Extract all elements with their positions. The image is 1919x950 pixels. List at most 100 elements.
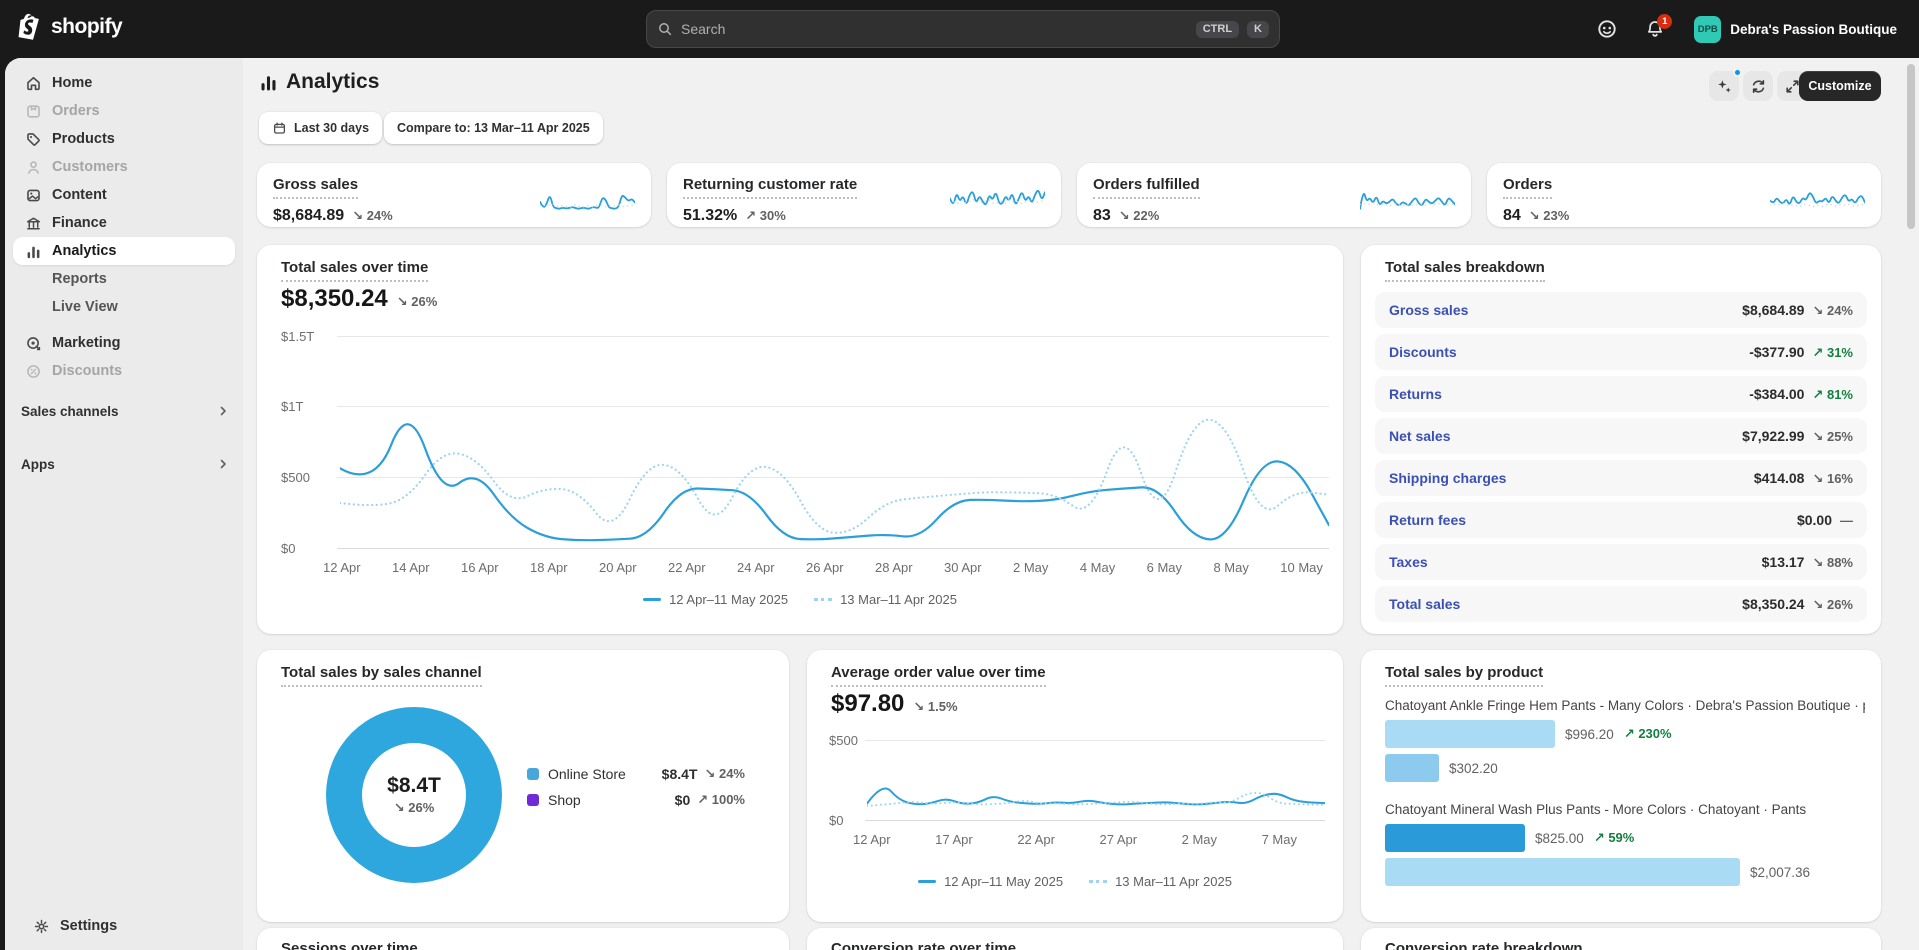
x-axis-label: 27 Apr xyxy=(1099,832,1137,847)
section-label: Apps xyxy=(21,457,55,472)
sidebar-item-finance[interactable]: Finance xyxy=(13,209,235,237)
conversion-rate-over-time-card: Conversion rate over time xyxy=(807,928,1343,950)
card-title[interactable]: Total sales over time xyxy=(281,259,428,282)
legend-label: 12 Apr–11 May 2025 xyxy=(944,874,1063,889)
metric-title[interactable]: Orders fulfilled xyxy=(1093,176,1200,199)
sidebar-item-home[interactable]: Home xyxy=(13,69,235,97)
customize-button[interactable]: Customize xyxy=(1799,71,1881,101)
breakdown-row-taxes[interactable]: Taxes $13.17↘ 88% xyxy=(1375,544,1867,580)
breakdown-row-discounts[interactable]: Discounts -$377.90↗ 31% xyxy=(1375,334,1867,370)
notifications-button[interactable]: 1 xyxy=(1638,12,1672,46)
metric-title[interactable]: Returning customer rate xyxy=(683,176,857,199)
sidebar-item-live-view[interactable]: Live View xyxy=(13,293,235,321)
sales-by-channel-card: Total sales by sales channel $8.4T ↘ 26%… xyxy=(257,650,789,922)
breakdown-row-gross-sales[interactable]: Gross sales $8,684.89↘ 24% xyxy=(1375,292,1867,328)
breakdown-delta: ↘ 26% xyxy=(1812,597,1853,613)
aov-line-chart xyxy=(867,740,1325,820)
sidebar-item-products[interactable]: Products xyxy=(13,125,235,153)
card-title[interactable]: Average order value over time xyxy=(831,664,1046,687)
sidebar-item-label: Analytics xyxy=(52,243,116,259)
media-icon xyxy=(25,187,42,204)
breakdown-label[interactable]: Return fees xyxy=(1389,512,1466,528)
refresh-data-button[interactable] xyxy=(1743,71,1773,101)
breakdown-label[interactable]: Discounts xyxy=(1389,344,1457,360)
average-order-value-card: Average order value over time $97.80 ↘ 1… xyxy=(807,650,1343,922)
metric-value: $8,684.89 xyxy=(273,207,344,225)
card-title[interactable]: Total sales breakdown xyxy=(1385,259,1545,282)
sidebar-item-label: Discounts xyxy=(52,363,122,379)
x-axis: 12 Apr14 Apr16 Apr18 Apr20 Apr22 Apr24 A… xyxy=(323,560,1323,575)
card-title[interactable]: Total sales by sales channel xyxy=(281,664,482,687)
y-axis-label: $1T xyxy=(281,399,331,414)
breakdown-label[interactable]: Taxes xyxy=(1389,554,1428,570)
card-title[interactable]: Sessions over time xyxy=(281,940,418,950)
breakdown-delta: ↘ 24% xyxy=(1812,303,1853,319)
sidebar-item-reports[interactable]: Reports xyxy=(13,265,235,293)
donut-delta: ↘ 26% xyxy=(394,800,435,816)
sidebar-item-content[interactable]: Content xyxy=(13,181,235,209)
target-icon xyxy=(25,335,42,352)
x-axis-label: 4 May xyxy=(1080,560,1115,575)
expand-icon xyxy=(1784,78,1801,95)
compare-button[interactable]: Compare to: 13 Mar–11 Apr 2025 xyxy=(384,112,603,144)
channel-legend: Online Store $8.4T ↘ 24% Shop $0 ↗ 100% xyxy=(527,766,745,808)
sidebar-item-settings[interactable]: Settings xyxy=(21,912,243,940)
metric-delta: ↗ 30% xyxy=(745,208,786,224)
top-bar-right: 1 DPB Debra's Passion Boutique xyxy=(1590,0,1905,58)
sidebar-item-orders[interactable]: Orders xyxy=(13,97,235,125)
card-title[interactable]: Total sales by product xyxy=(1385,664,1543,687)
bank-icon xyxy=(25,215,42,232)
sidebar-item-customers[interactable]: Customers xyxy=(13,153,235,181)
scrollbar-thumb[interactable] xyxy=(1907,64,1915,229)
sidebar-item-marketing[interactable]: Marketing xyxy=(13,329,235,357)
product-bar-previous xyxy=(1385,858,1740,886)
y-axis-label: $500 xyxy=(281,470,331,485)
breakdown-value: $13.17 xyxy=(1762,554,1805,570)
account-menu[interactable]: DPB Debra's Passion Boutique xyxy=(1686,12,1905,47)
x-axis-label: 22 Apr xyxy=(1017,832,1055,847)
shopify-logo[interactable]: shopify xyxy=(18,13,122,41)
bar-value: $996.20 xyxy=(1565,727,1614,742)
card-title[interactable]: Conversion rate over time xyxy=(831,940,1016,950)
sidebar-item-label: Customers xyxy=(52,159,128,175)
app-surface: Home Orders Products Customers Content F… xyxy=(5,58,1919,950)
sidebar-item-analytics[interactable]: Analytics xyxy=(13,237,235,265)
search-input[interactable] xyxy=(681,21,1188,37)
sidebar-item-discounts[interactable]: Discounts xyxy=(13,357,235,385)
auto-reports-button[interactable] xyxy=(1709,71,1739,101)
sidebar-item-label: Orders xyxy=(52,103,100,119)
sidekick-button[interactable] xyxy=(1590,12,1624,46)
kpi-card-orders: Orders 84↘ 23% xyxy=(1487,163,1881,227)
breakdown-row-return-fees[interactable]: Return fees $0.00— xyxy=(1375,502,1867,538)
metric-title[interactable]: Gross sales xyxy=(273,176,358,199)
header-actions: Customize xyxy=(243,71,1881,101)
x-axis: 12 Apr17 Apr22 Apr27 Apr2 May7 May xyxy=(853,832,1297,847)
sidebar-section-sales-channels[interactable]: Sales channels xyxy=(5,396,243,426)
sidebar-section-apps[interactable]: Apps xyxy=(5,449,243,479)
x-axis-label: 12 Apr xyxy=(853,832,891,847)
breakdown-label[interactable]: Net sales xyxy=(1389,428,1450,444)
online-store-swatch xyxy=(527,768,539,780)
channel-donut-chart: $8.4T ↘ 26% xyxy=(326,707,502,883)
metric-value: 51.32% xyxy=(683,207,737,225)
x-axis-label: 8 May xyxy=(1213,560,1248,575)
breakdown-row-total-sales[interactable]: Total sales $8,350.24↘ 26% xyxy=(1375,586,1867,622)
breakdown-label[interactable]: Returns xyxy=(1389,386,1442,402)
legend-item-current: 12 Apr–11 May 2025 xyxy=(918,874,1063,889)
breakdown-label[interactable]: Shipping charges xyxy=(1389,470,1506,486)
kpi-card-orders-fulfilled: Orders fulfilled 83↘ 22% xyxy=(1077,163,1471,227)
breakdown-row-net-sales[interactable]: Net sales $7,922.99↘ 25% xyxy=(1375,418,1867,454)
card-title[interactable]: Conversion rate breakdown xyxy=(1385,940,1583,950)
metric-title[interactable]: Orders xyxy=(1503,176,1552,199)
breakdown-row-returns[interactable]: Returns -$384.00↗ 81% xyxy=(1375,376,1867,412)
discount-icon xyxy=(25,363,42,380)
breakdown-label[interactable]: Total sales xyxy=(1389,596,1460,612)
breakdown-delta: — xyxy=(1840,513,1853,528)
breakdown-label[interactable]: Gross sales xyxy=(1389,302,1468,318)
global-search[interactable]: CTRL K xyxy=(646,10,1280,48)
breakdown-row-shipping-charges[interactable]: Shipping charges $414.08↘ 16% xyxy=(1375,460,1867,496)
sidebar-item-label: Finance xyxy=(52,215,107,231)
product-bar-row: $825.00 ↗ 59% xyxy=(1385,824,1634,852)
date-range-button[interactable]: Last 30 days xyxy=(259,112,382,144)
channel-label: Online Store xyxy=(548,766,662,782)
